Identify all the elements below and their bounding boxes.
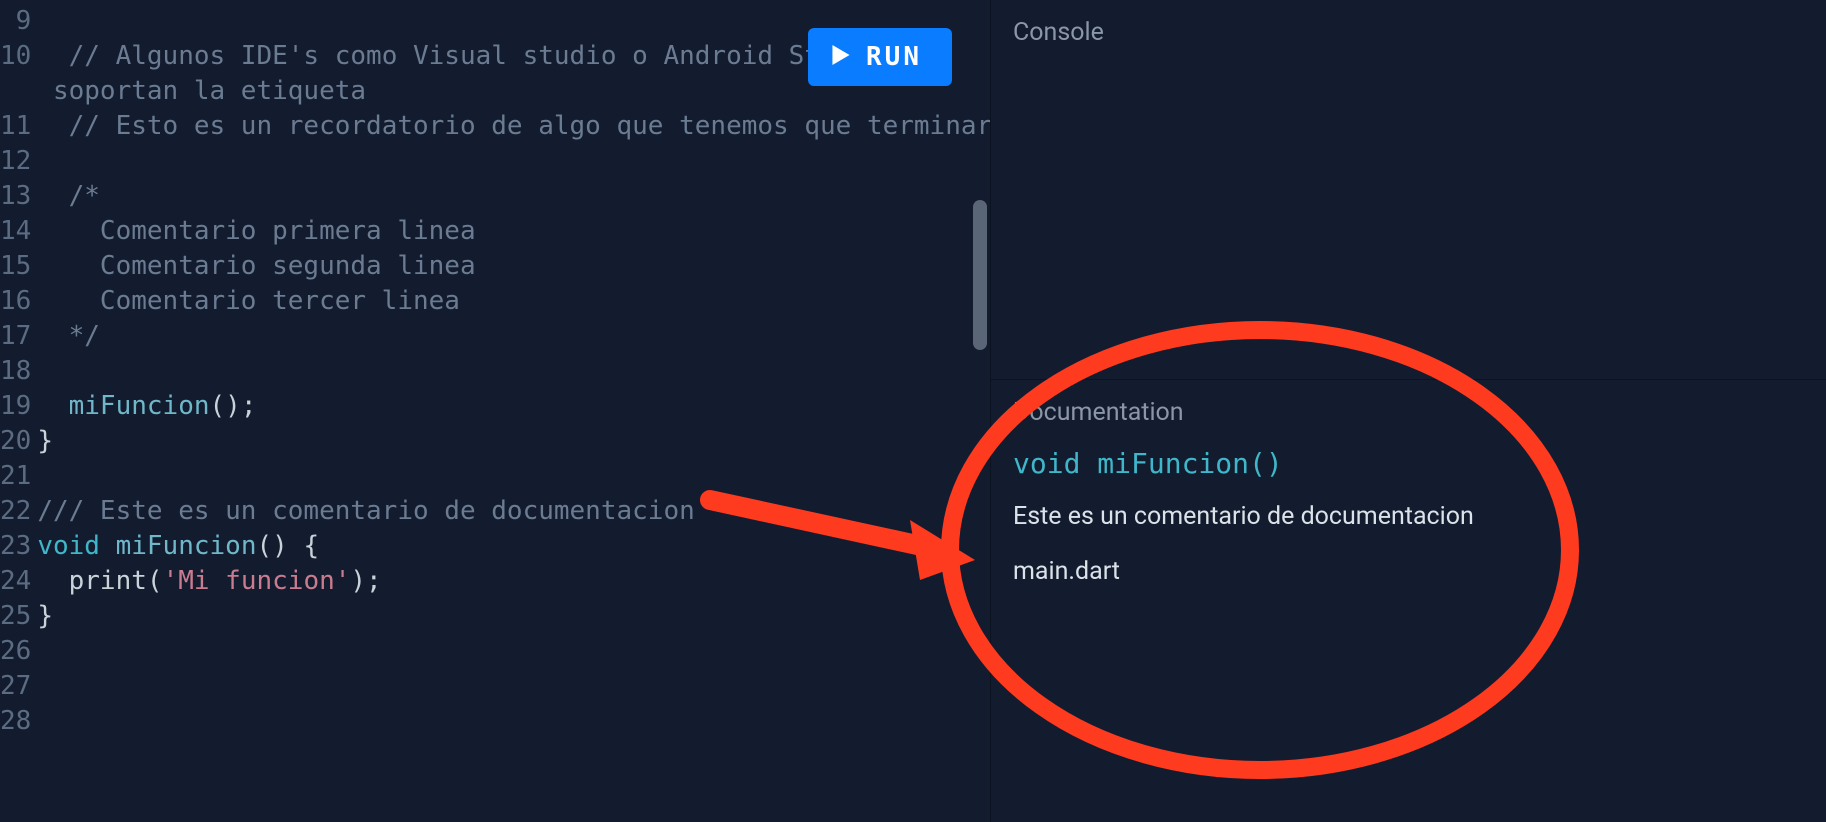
code-line[interactable] [37,459,990,494]
line-number: 10 [0,39,31,74]
line-number: 14 [0,214,31,249]
line-number [0,74,31,109]
run-button[interactable]: RUN [808,28,952,86]
line-number: 22 [0,494,31,529]
code-line[interactable]: // Esto es un recordatorio de algo que t… [37,109,990,144]
code-line[interactable]: Comentario segunda linea [37,249,990,284]
code-line[interactable]: Comentario tercer linea [37,284,990,319]
right-pane: Console Documentation void miFuncion() E… [990,0,1826,822]
scrollbar-thumb[interactable] [973,200,987,350]
line-number: 17 [0,319,31,354]
code-line[interactable]: */ [37,319,990,354]
code-line[interactable] [37,144,990,179]
line-number: 9 [0,4,31,39]
code-line[interactable]: /// Este es un comentario de documentaci… [37,494,990,529]
code-line[interactable]: miFuncion(); [37,389,990,424]
line-number: 27 [0,669,31,704]
app-root: RUN 910111213141516171819202122232425262… [0,0,1826,822]
code-line[interactable]: print('Mi funcion'); [37,564,990,599]
code-line[interactable] [37,634,990,669]
line-number: 28 [0,704,31,739]
code-line[interactable]: } [37,599,990,634]
line-number: 18 [0,354,31,389]
console-title: Console [1013,18,1804,47]
code-line[interactable] [37,669,990,704]
line-number: 20 [0,424,31,459]
documentation-title: Documentation [1013,398,1804,427]
line-number: 21 [0,459,31,494]
code-content[interactable]: // Algunos IDE's como Visual studio o An… [37,4,990,739]
line-number: 23 [0,529,31,564]
doc-file: main.dart [1013,557,1804,586]
line-number: 15 [0,249,31,284]
line-number: 11 [0,109,31,144]
play-icon [832,42,850,72]
code-line[interactable]: } [37,424,990,459]
line-number: 24 [0,564,31,599]
code-line[interactable] [37,354,990,389]
doc-signature: void miFuncion() [1013,447,1804,480]
line-number: 16 [0,284,31,319]
code-line[interactable]: void miFuncion() { [37,529,990,564]
line-number: 26 [0,634,31,669]
run-button-label: RUN [866,42,922,72]
code-editor[interactable]: 910111213141516171819202122232425262728 … [0,0,990,739]
editor-pane: RUN 910111213141516171819202122232425262… [0,0,990,822]
line-number: 13 [0,179,31,214]
code-line[interactable] [37,704,990,739]
console-panel: Console [991,0,1826,380]
code-line[interactable]: /* [37,179,990,214]
documentation-panel: Documentation void miFuncion() Este es u… [991,380,1826,822]
doc-description: Este es un comentario de documentacion [1013,502,1804,531]
code-line[interactable]: Comentario primera linea [37,214,990,249]
line-number: 12 [0,144,31,179]
line-number: 19 [0,389,31,424]
line-gutter: 910 111213141516171819202122232425262728 [0,4,37,739]
line-number: 25 [0,599,31,634]
